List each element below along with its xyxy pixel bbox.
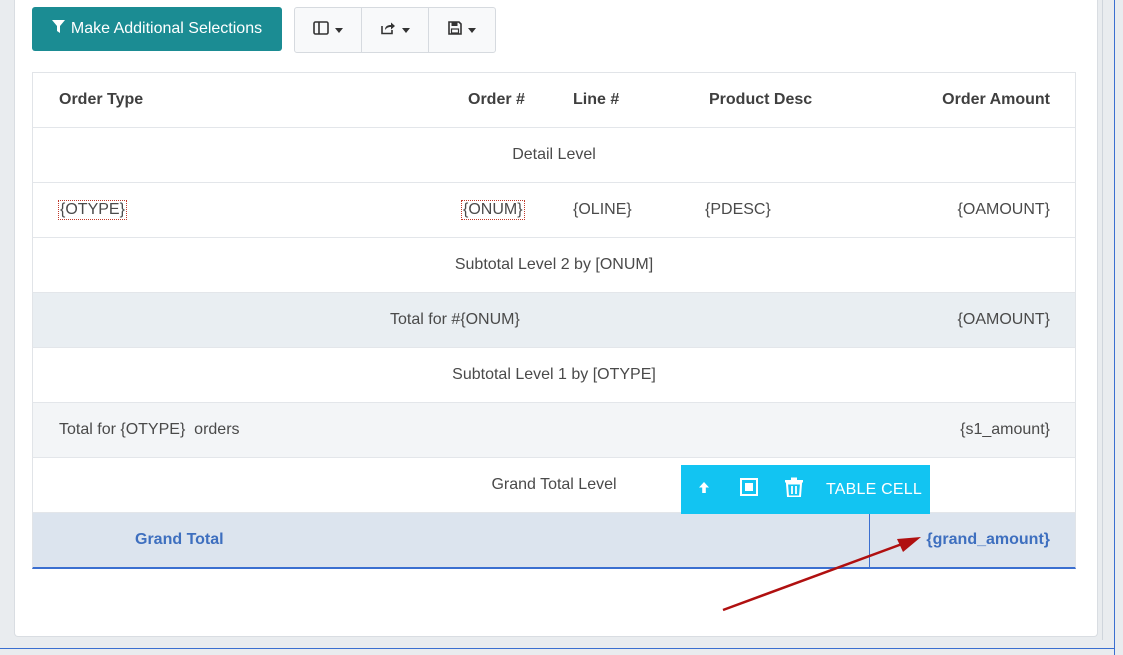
save-dropdown-button[interactable]: [429, 8, 495, 52]
share-icon: [380, 21, 396, 40]
header-order-amount[interactable]: Order Amount: [942, 73, 1050, 127]
detail-level-row[interactable]: Detail Level: [32, 128, 1076, 183]
table-header-row: Order Type Order # Line # Product Desc O…: [32, 72, 1076, 128]
subtotal-level-2-row[interactable]: Subtotal Level 2 by [ONUM]: [32, 238, 1076, 293]
window-frame-bottom: [0, 648, 1115, 649]
select-cell-icon: [739, 478, 758, 501]
make-additional-selections-button[interactable]: Make Additional Selections: [32, 7, 282, 51]
subtotal-level-2-label: Subtotal Level 2 by [ONUM]: [454, 256, 654, 273]
window-frame-right: [1114, 0, 1115, 655]
save-icon: [448, 20, 462, 40]
detail-level-label: Detail Level: [512, 146, 596, 163]
panel-edge: [1102, 0, 1103, 640]
total-otype-row: Total for {OTYPE} orders {s1_amount}: [32, 403, 1076, 458]
grand-total-row: Grand Total {grand_amount}: [32, 513, 1076, 569]
subtotal-level-1-label: Subtotal Level 1 by [OTYPE]: [452, 366, 656, 383]
selected-cell-border: [869, 513, 870, 567]
filter-button-label: Make Additional Selections: [70, 20, 263, 37]
columns-dropdown-button[interactable]: [295, 8, 362, 52]
total-otype-amount[interactable]: {s1_amount}: [960, 403, 1050, 457]
select-cell-button[interactable]: [726, 465, 771, 514]
header-line-num[interactable]: Line #: [573, 73, 619, 127]
total-otype-label[interactable]: Total for {OTYPE} orders: [59, 403, 240, 457]
header-order-type[interactable]: Order Type: [59, 73, 143, 127]
select-parent-button[interactable]: [681, 465, 726, 514]
columns-icon: [313, 20, 329, 40]
header-order-num[interactable]: Order #: [468, 73, 525, 127]
header-product-desc[interactable]: Product Desc: [709, 73, 812, 127]
grand-amount-cell[interactable]: {grand_amount}: [926, 513, 1050, 567]
onum-field[interactable]: {ONUM}: [461, 200, 525, 220]
pdesc-field[interactable]: {PDESC}: [705, 183, 771, 237]
toolbar-button-group: [294, 7, 496, 53]
share-dropdown-button[interactable]: [362, 8, 429, 52]
total-onum-label[interactable]: Total for #{ONUM}: [390, 293, 520, 347]
arrow-up-icon: [698, 481, 710, 499]
subtotal-level-1-row[interactable]: Subtotal Level 1 by [OTYPE]: [32, 348, 1076, 403]
oline-field[interactable]: {OLINE}: [573, 183, 632, 237]
grand-total-label[interactable]: Grand Total: [135, 513, 224, 567]
trash-icon: [784, 477, 803, 502]
detail-row: {OTYPE} {ONUM} {OLINE} {PDESC} {OAMOUNT}: [32, 183, 1076, 238]
otype-field[interactable]: {OTYPE}: [58, 200, 127, 220]
delete-cell-button[interactable]: [771, 465, 816, 514]
total-onum-row: Total for #{ONUM} {OAMOUNT}: [32, 293, 1076, 348]
table-cell-label: TABLE CELL: [826, 480, 922, 498]
chevron-down-icon: [402, 27, 410, 33]
chevron-down-icon: [468, 27, 476, 33]
filter-icon: [51, 19, 65, 39]
table-cell-toolbar: TABLE CELL: [681, 465, 930, 514]
total-onum-amount[interactable]: {OAMOUNT}: [958, 293, 1050, 347]
chevron-down-icon: [335, 27, 343, 33]
oamount-field[interactable]: {OAMOUNT}: [958, 183, 1050, 237]
